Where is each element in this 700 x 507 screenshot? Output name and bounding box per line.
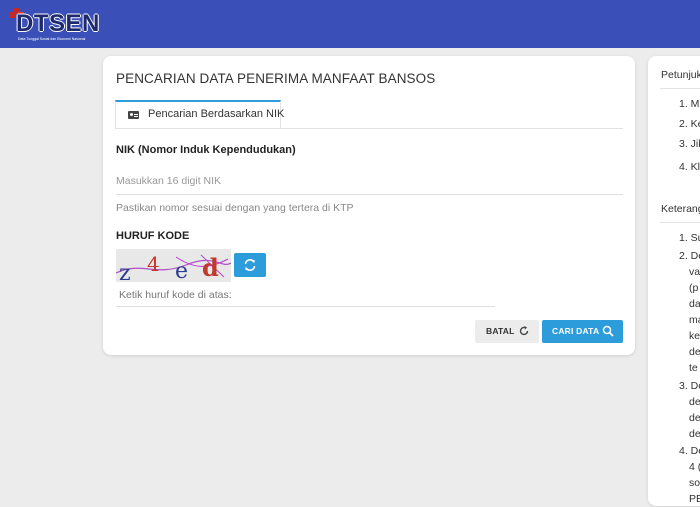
note-item: PE bbox=[689, 493, 700, 505]
notes-title: Keteranga bbox=[661, 203, 700, 215]
note-item: 2. De bbox=[679, 250, 700, 262]
svg-text:d: d bbox=[202, 253, 219, 282]
note-item: va bbox=[689, 266, 700, 278]
note-item: ke bbox=[689, 330, 700, 342]
captcha-image: z 4 e d bbox=[115, 249, 232, 286]
refresh-icon bbox=[244, 259, 256, 271]
svg-text:e: e bbox=[175, 259, 188, 282]
refresh-captcha-button[interactable] bbox=[234, 253, 266, 277]
instructions-title: Petunjuk bbox=[661, 69, 700, 81]
note-item: 1. Su bbox=[679, 232, 700, 244]
info-sidebar: Petunjuk 1. M 2. Ke 3. Jik 4. Kli Ketera… bbox=[648, 56, 700, 506]
nik-label: NIK (Nomor Induk Kependudukan) bbox=[116, 144, 296, 156]
note-item: 3. De bbox=[679, 380, 700, 392]
id-card-icon bbox=[128, 111, 139, 119]
note-item: so bbox=[689, 477, 700, 489]
nik-input[interactable] bbox=[116, 168, 623, 195]
instruction-item: 3. Jik bbox=[679, 138, 700, 150]
note-item: ma bbox=[689, 314, 700, 326]
instruction-item: 1. M bbox=[679, 98, 700, 110]
top-navbar: DTSEN Data Tunggal Sosial dan Ekonomi Na… bbox=[0, 0, 700, 48]
tabs-divider bbox=[115, 128, 623, 129]
nik-hint: Pastikan nomor sesuai dengan yang terter… bbox=[116, 202, 354, 214]
logo-text: DTSEN bbox=[16, 10, 100, 37]
logo-subtitle: Data Tunggal Sosial dan Ekonomi Nasional bbox=[18, 37, 86, 41]
instruction-item: 4. Kli bbox=[679, 161, 700, 173]
note-item: te bbox=[689, 362, 698, 374]
sidebar-divider bbox=[660, 88, 700, 89]
note-item: de bbox=[689, 428, 700, 440]
note-item: 4. De bbox=[679, 445, 700, 457]
search-button[interactable]: CARI DATA bbox=[542, 320, 623, 343]
cancel-button[interactable]: BATAL bbox=[475, 320, 539, 343]
note-item: 4 ( bbox=[689, 461, 700, 473]
page-title: PENCARIAN DATA PENERIMA MANFAAT BANSOS bbox=[116, 71, 436, 86]
cancel-button-label: BATAL bbox=[486, 326, 515, 336]
svg-text:4: 4 bbox=[147, 252, 160, 276]
search-icon bbox=[602, 325, 614, 337]
captcha-label: HURUF KODE bbox=[116, 230, 190, 242]
search-card: PENCARIAN DATA PENERIMA MANFAAT BANSOS P… bbox=[103, 56, 635, 355]
instruction-item: 2. Ke bbox=[679, 118, 700, 130]
svg-text:z: z bbox=[119, 261, 131, 282]
search-button-label: CARI DATA bbox=[552, 326, 600, 336]
note-item: de bbox=[689, 412, 700, 424]
sidebar-divider bbox=[660, 222, 700, 223]
note-item: (p bbox=[689, 282, 699, 294]
reset-icon bbox=[519, 326, 529, 336]
note-item: de bbox=[689, 346, 700, 358]
tab-search-by-nik[interactable]: Pencarian Berdasarkan NIK bbox=[115, 100, 285, 128]
note-item: da bbox=[689, 298, 700, 310]
captcha-input[interactable] bbox=[116, 284, 495, 307]
note-item: de bbox=[689, 396, 700, 408]
dtsen-logo[interactable]: DTSEN Data Tunggal Sosial dan Ekonomi Na… bbox=[10, 6, 100, 44]
tab-label: Pencarian Berdasarkan NIK bbox=[148, 108, 285, 120]
